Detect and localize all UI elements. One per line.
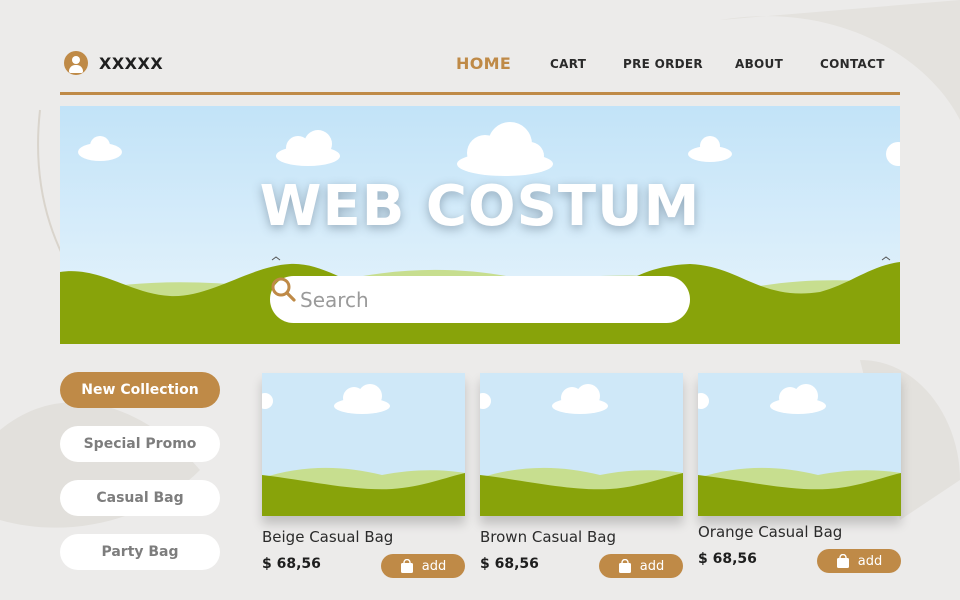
- product-image[interactable]: [480, 373, 683, 516]
- nav-about[interactable]: ABOUT: [735, 57, 783, 71]
- search-icon[interactable]: [270, 276, 296, 302]
- category-special-promo[interactable]: Special Promo: [60, 426, 220, 462]
- nav-cart[interactable]: CART: [550, 57, 586, 71]
- add-to-cart-button[interactable]: add: [599, 554, 683, 578]
- category-sidebar: New Collection Special Promo Casual Bag …: [60, 372, 220, 588]
- main-nav: HOME CART PRE ORDER ABOUT CONTACT: [60, 54, 900, 77]
- category-new-collection[interactable]: New Collection: [60, 372, 220, 408]
- nav-pre-order[interactable]: PRE ORDER: [623, 57, 703, 71]
- product-card: Brown Casual Bag $ 68,56 add: [480, 373, 683, 578]
- shopping-bag-icon: [400, 559, 413, 573]
- search-input[interactable]: [300, 279, 640, 320]
- add-to-cart-button[interactable]: add: [817, 549, 901, 573]
- add-label: add: [857, 553, 883, 569]
- category-party-bag[interactable]: Party Bag: [60, 534, 220, 570]
- search-bar: [270, 276, 690, 323]
- product-card: Orange Casual Bag $ 68,56 add: [698, 373, 901, 573]
- product-name: Brown Casual Bag: [480, 528, 616, 546]
- shopping-bag-icon: [618, 559, 631, 573]
- nav-home[interactable]: HOME: [456, 54, 511, 73]
- hero-banner: WEB COSTUM: [60, 106, 900, 344]
- product-image[interactable]: [698, 373, 901, 516]
- shopping-bag-icon: [836, 554, 849, 568]
- product-price: $ 68,56: [698, 551, 757, 567]
- product-image[interactable]: [262, 373, 465, 516]
- hero-title: WEB COSTUM: [259, 174, 701, 239]
- product-card: Beige Casual Bag $ 68,56 add: [262, 373, 465, 578]
- add-label: add: [639, 558, 665, 574]
- add-to-cart-button[interactable]: add: [381, 554, 465, 578]
- add-label: add: [421, 558, 447, 574]
- category-casual-bag[interactable]: Casual Bag: [60, 480, 220, 516]
- product-price: $ 68,56: [480, 556, 539, 572]
- product-price: $ 68,56: [262, 556, 321, 572]
- header: XXXXX HOME CART PRE ORDER ABOUT CONTACT: [60, 0, 900, 95]
- nav-contact[interactable]: CONTACT: [820, 57, 885, 71]
- product-name: Orange Casual Bag: [698, 523, 843, 541]
- product-name: Beige Casual Bag: [262, 528, 394, 546]
